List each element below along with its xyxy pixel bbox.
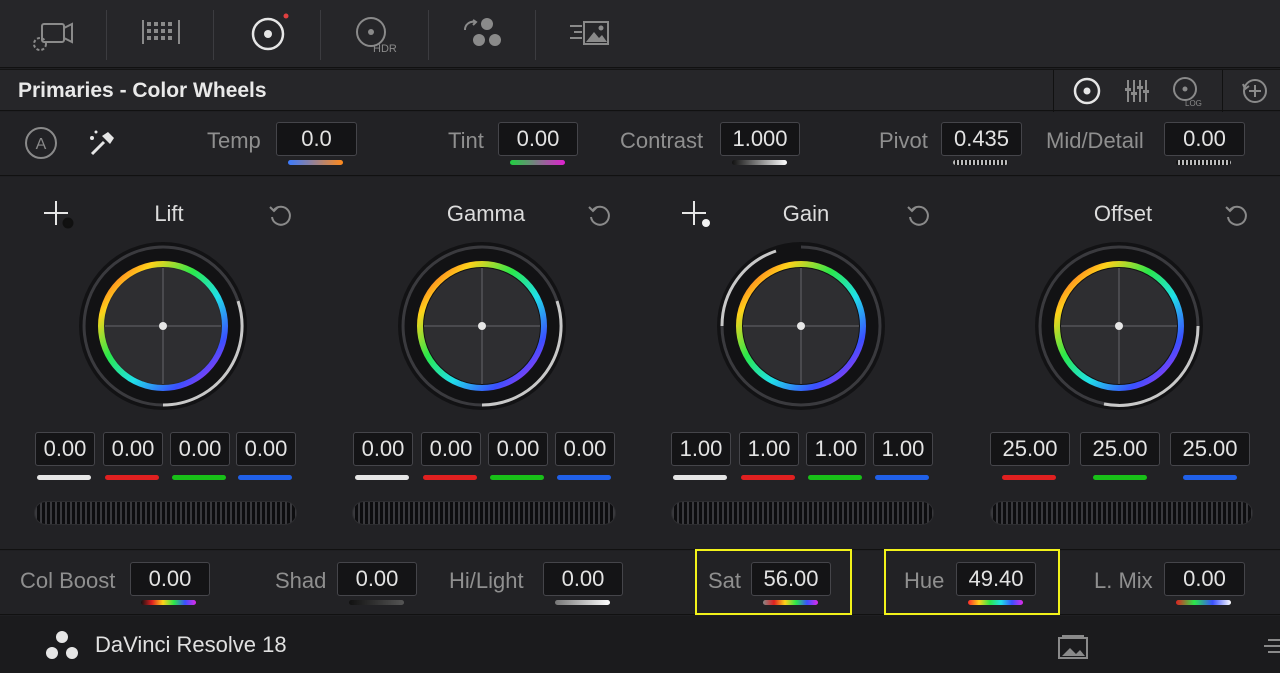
gamma-wheel[interactable] xyxy=(397,241,567,411)
reset-all-icon[interactable] xyxy=(1238,74,1272,108)
motion-effects-icon xyxy=(569,21,609,45)
gain-g-field[interactable]: 1.00 xyxy=(806,432,866,466)
gamma-reset-icon[interactable] xyxy=(585,201,615,231)
media-page-icon[interactable] xyxy=(1056,632,1092,662)
offset-g-field[interactable]: 25.00 xyxy=(1080,432,1160,466)
lift-master-wheel[interactable] xyxy=(34,501,297,525)
sat-field[interactable]: 56.00 xyxy=(751,562,831,596)
gain-r-field[interactable]: 1.00 xyxy=(739,432,799,466)
contrast-label: Contrast xyxy=(620,128,704,153)
hilight-slider[interactable] xyxy=(555,600,610,605)
middetail-label: Mid/Detail xyxy=(1046,128,1144,153)
shad-slider[interactable] xyxy=(349,600,404,605)
tint-label: Tint xyxy=(448,128,484,153)
primaries-wheels-mode-icon[interactable] xyxy=(1070,74,1104,108)
gain-b-field[interactable]: 1.00 xyxy=(873,432,933,466)
offset-master-wheel[interactable] xyxy=(990,501,1253,525)
colboost-slider[interactable] xyxy=(141,600,196,605)
lift-y-field[interactable]: 0.00 xyxy=(35,432,95,466)
hdr-wheels-button[interactable]: HDR xyxy=(321,0,428,68)
temp-slider[interactable] xyxy=(288,160,343,165)
eyedropper-icon[interactable] xyxy=(84,126,118,160)
offset-wheel[interactable] xyxy=(1034,241,1204,411)
colboost-label: Col Boost xyxy=(20,568,116,593)
page-settings-icon[interactable] xyxy=(1262,632,1280,662)
temp-label: Temp xyxy=(207,128,261,153)
tint-field[interactable]: 0.00 xyxy=(498,122,578,156)
hue-label: Hue xyxy=(904,568,945,593)
lift-g-field[interactable]: 0.00 xyxy=(170,432,230,466)
lift-title: Lift xyxy=(154,201,184,226)
primaries-bars-mode-icon[interactable] xyxy=(1120,74,1154,108)
lift-r-field[interactable]: 0.00 xyxy=(103,432,163,466)
pivot-label: Pivot xyxy=(879,128,928,153)
rgb-mixer-icon xyxy=(463,18,501,46)
hilight-field[interactable]: 0.00 xyxy=(543,562,623,596)
middetail-slider[interactable] xyxy=(1176,160,1231,165)
sat-slider[interactable] xyxy=(763,600,818,605)
color-wheels-area: Lift 0.00 0.00 0.00 0.00 Gamma 0.00 0.00… xyxy=(0,177,1280,550)
lmix-slider[interactable] xyxy=(1176,600,1231,605)
notification-dot xyxy=(283,13,288,19)
tint-slider[interactable] xyxy=(510,160,565,165)
gain-picker-icon[interactable] xyxy=(680,199,712,231)
gain-reset-icon[interactable] xyxy=(904,201,934,231)
pivot-field[interactable]: 0.435 xyxy=(941,122,1022,156)
gain-y-field[interactable]: 1.00 xyxy=(671,432,731,466)
gamma-title: Gamma xyxy=(446,201,526,226)
color-match-button[interactable] xyxy=(107,0,214,68)
lmix-field[interactable]: 0.00 xyxy=(1164,562,1245,596)
lift-wheel[interactable] xyxy=(78,241,248,411)
shad-label: Shad xyxy=(275,568,327,593)
svg-text:LOG: LOG xyxy=(1185,99,1202,108)
app-footer: DaVinci Resolve 18 xyxy=(0,616,1280,673)
motion-effects-button[interactable] xyxy=(536,0,643,68)
camera-raw-button[interactable] xyxy=(0,0,107,68)
camera-raw-icon xyxy=(32,22,73,51)
log-wheels-mode-icon[interactable]: LOG xyxy=(1170,74,1204,108)
contrast-slider[interactable] xyxy=(732,160,787,165)
sat-label: Sat xyxy=(708,568,742,593)
middetail-field[interactable]: 0.00 xyxy=(1164,122,1245,156)
shad-field[interactable]: 0.00 xyxy=(337,562,417,596)
lmix-label: L. Mix xyxy=(1094,568,1153,593)
bottom-controls-row: Col Boost 0.00 Shad 0.00 Hi/Light 0.00 S… xyxy=(0,549,1280,615)
hue-field[interactable]: 49.40 xyxy=(956,562,1036,596)
gamma-r-field[interactable]: 0.00 xyxy=(421,432,481,466)
lift-b-field[interactable]: 0.00 xyxy=(236,432,296,466)
hdr-wheels-icon: HDR xyxy=(355,17,397,55)
gain-wheel[interactable] xyxy=(716,241,886,411)
contrast-field[interactable]: 1.000 xyxy=(720,122,800,156)
app-name: DaVinci Resolve 18 xyxy=(95,632,287,657)
gain-master-wheel[interactable] xyxy=(671,501,934,525)
colboost-field[interactable]: 0.00 xyxy=(130,562,210,596)
offset-r-field[interactable]: 25.00 xyxy=(990,432,1070,466)
temp-field[interactable]: 0.0 xyxy=(276,122,357,156)
offset-title: Offset xyxy=(1093,201,1153,226)
color-wheels-button[interactable] xyxy=(214,0,321,68)
rgb-mixer-button[interactable] xyxy=(429,0,536,68)
davinci-logo-icon xyxy=(46,631,78,659)
svg-text:A: A xyxy=(36,136,47,153)
lift-picker-icon[interactable] xyxy=(42,199,74,231)
offset-reset-icon[interactable] xyxy=(1222,201,1252,231)
pivot-slider[interactable] xyxy=(953,160,1008,165)
hue-slider[interactable] xyxy=(968,600,1023,605)
color-wheels-icon xyxy=(251,13,288,51)
gamma-master-wheel[interactable] xyxy=(352,501,616,525)
hilight-label: Hi/Light xyxy=(449,568,524,593)
color-match-icon xyxy=(141,20,180,44)
palette-toolbar: HDR xyxy=(0,0,1280,68)
auto-balance-button[interactable]: A xyxy=(24,126,58,160)
panel-title: Primaries - Color Wheels xyxy=(18,79,267,102)
gamma-b-field[interactable]: 0.00 xyxy=(555,432,615,466)
lift-reset-icon[interactable] xyxy=(266,201,296,231)
adjustment-row: A Temp 0.0 Tint 0.00 Contrast 1.000 Pivo… xyxy=(0,112,1280,176)
gamma-y-field[interactable]: 0.00 xyxy=(353,432,413,466)
svg-text:HDR: HDR xyxy=(373,43,397,55)
gain-title: Gain xyxy=(782,201,830,226)
gamma-g-field[interactable]: 0.00 xyxy=(488,432,548,466)
panel-header: Primaries - Color Wheels LOG xyxy=(0,69,1280,112)
offset-b-field[interactable]: 25.00 xyxy=(1170,432,1250,466)
